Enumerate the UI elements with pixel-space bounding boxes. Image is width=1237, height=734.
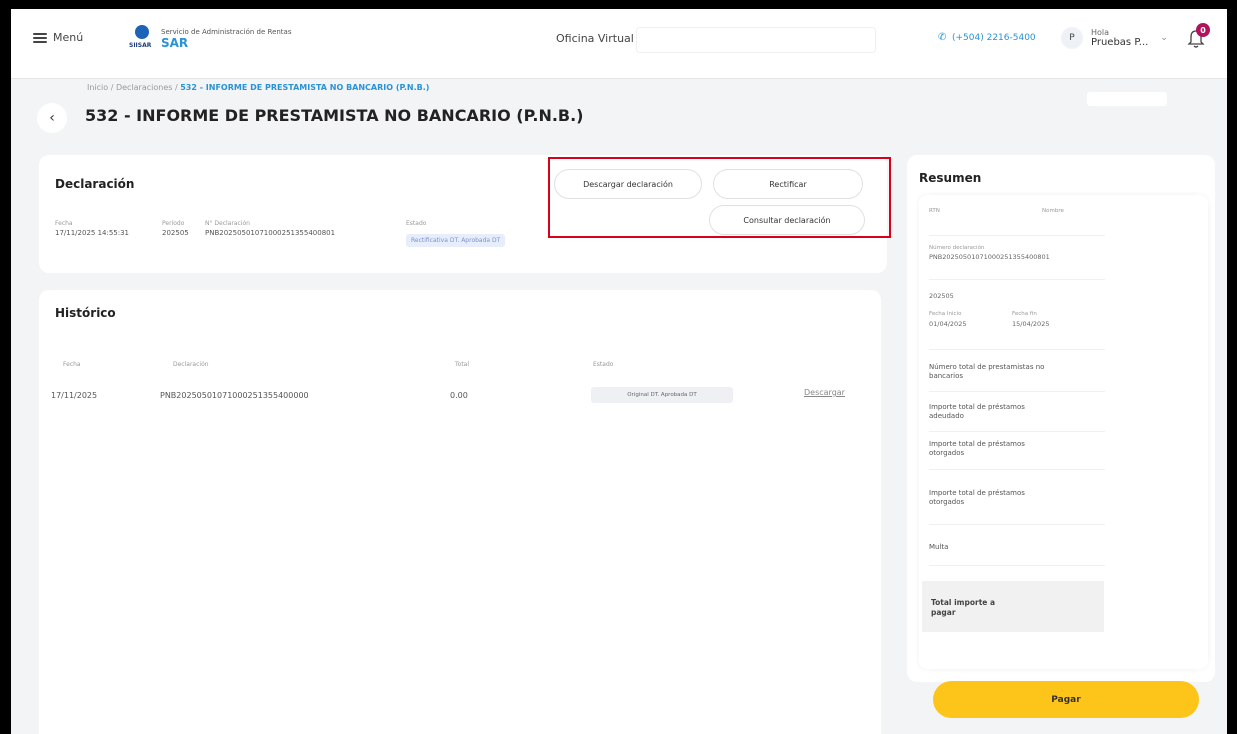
rtn-label: RTN (929, 208, 940, 214)
col-header-declaracion: Declaración (173, 361, 209, 368)
fecha-fin-label: Fecha fin (1012, 311, 1037, 317)
row-total: 0.00 (450, 391, 468, 400)
col-header-fecha: Fecha (63, 361, 81, 368)
avatar: P (1061, 27, 1083, 49)
page-title: 532 - INFORME DE PRESTAMISTA NO BANCARIO… (85, 106, 584, 125)
greeting: Hola (1091, 28, 1110, 37)
fecha-fin-value: 15/04/2025 (1012, 320, 1050, 328)
resumen-item-prestamistas: Número total de prestamistas no bancario… (929, 363, 1045, 380)
status-badge: Rectificativa DT. Aprobada DT (406, 234, 506, 247)
notification-badge: 0 (1196, 23, 1210, 37)
row-fecha: 17/11/2025 (51, 391, 98, 400)
back-button[interactable]: ‹ (37, 103, 67, 133)
sar-logo[interactable]: SIISAR Servicio de Administración de Ren… (129, 23, 292, 55)
row-download-link[interactable]: Descargar (804, 388, 845, 397)
nombre-label: Nombre (1042, 208, 1064, 214)
office-search-input[interactable] (636, 27, 876, 53)
historico-card (39, 290, 881, 734)
chevron-down-icon: ⌄ (1160, 33, 1168, 43)
fecha-inicio-value: 01/04/2025 (929, 320, 967, 328)
resumen-title: Resumen (919, 171, 982, 185)
office-label: Oficina Virtual (556, 32, 634, 45)
row-declaracion: PNB20250501071000251355400000 (160, 391, 309, 400)
app-frame: Menú SIISAR Servicio de Administración d… (11, 9, 1227, 734)
breadcrumb: Inicio / Declaraciones / 532 - INFORME D… (87, 83, 429, 92)
sar-emblem-icon: SIISAR (129, 23, 155, 55)
resumen-item-adeudado: Importe total de préstamos adeudado (929, 403, 1025, 420)
logo-tiny-text: SIISAR (129, 42, 152, 49)
menu-label: Menú (53, 31, 84, 44)
phone-icon: ✆ (938, 32, 947, 43)
phone-link[interactable]: ✆ (+504) 2216-5400 (938, 32, 1036, 44)
total-label: Total importe a pagar (931, 598, 996, 617)
resumen-item-multa: Multa (929, 543, 949, 551)
breadcrumb-current: 532 - INFORME DE PRESTAMISTA NO BANCARIO… (180, 83, 430, 92)
declaracion-title: Declaración (55, 177, 135, 191)
chevron-left-icon: ‹ (49, 110, 55, 126)
top-right-placeholder (1087, 92, 1167, 106)
num-decl-value: PNB20250501071000251355400801 (929, 253, 1050, 261)
breadcrumb-prefix[interactable]: Inicio / Declaraciones / (87, 83, 180, 92)
pay-button[interactable]: Pagar (933, 681, 1199, 718)
col-header-estado: Estado (593, 361, 614, 368)
resumen-item-otorgados-1: Importe total de préstamos otorgados (929, 440, 1025, 457)
row-estado-badge: Original DT. Aprobada DT (591, 387, 733, 403)
historico-title: Histórico (55, 306, 116, 320)
resumen-item-otorgados-2: Importe total de préstamos otorgados (929, 489, 1025, 506)
user-menu[interactable]: P Hola Pruebas P... ⌄ (1061, 27, 1168, 49)
field-fecha: Fecha 17/11/2025 14:55:31 (55, 220, 130, 237)
hamburger-icon (33, 32, 47, 43)
num-decl-label: Número declaración (929, 245, 985, 251)
phone-number: (+504) 2216-5400 (952, 33, 1036, 43)
menu-button[interactable]: Menú (33, 31, 83, 44)
user-name: Pruebas P... (1091, 37, 1149, 48)
field-num-declaracion: N° Declaración PNB2025050107100025135540… (205, 220, 336, 237)
highlight-box (548, 157, 891, 238)
fecha-inicio-label: Fecha Inicio (929, 311, 962, 317)
period-value: 202505 (929, 292, 954, 300)
col-header-total: Total (455, 361, 470, 368)
field-periodo: Período 202505 (162, 220, 189, 237)
org-short: SAR (161, 36, 189, 50)
top-header: Menú SIISAR Servicio de Administración d… (11, 9, 1227, 79)
org-name: Servicio de Administración de Rentas (161, 28, 292, 36)
field-estado: Estado Rectificativa DT. Aprobada DT (406, 220, 506, 247)
notifications-button[interactable]: 0 (1187, 23, 1210, 51)
